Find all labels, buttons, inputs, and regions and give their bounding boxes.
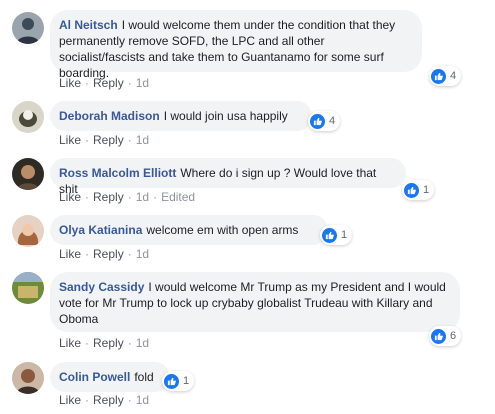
comment-author[interactable]: Ross Malcolm Elliott <box>59 166 176 180</box>
comment-author[interactable]: Deborah Madison <box>59 109 160 123</box>
reply-link[interactable]: Reply <box>93 393 124 407</box>
reply-link[interactable]: Reply <box>93 336 124 350</box>
comment-bubble: Colin Powell fold <box>50 362 170 392</box>
reaction-count[interactable]: 1 <box>162 371 195 391</box>
reaction-number: 6 <box>450 330 457 342</box>
timestamp[interactable]: 1d <box>136 76 149 90</box>
edited-label[interactable]: Edited <box>161 190 195 204</box>
timestamp[interactable]: 1d <box>136 133 149 147</box>
comment-text: fold <box>134 370 154 384</box>
avatar[interactable] <box>12 215 44 247</box>
comment-author[interactable]: Olya Katianina <box>59 223 142 237</box>
reaction-number: 1 <box>341 229 348 241</box>
reply-link[interactable]: Reply <box>93 133 124 147</box>
avatar-image <box>12 158 44 190</box>
comment-actions: Like · Reply · 1d <box>59 393 150 407</box>
reaction-number: 1 <box>183 375 190 387</box>
avatar-image <box>12 272 44 304</box>
thumbs-up-icon <box>310 113 325 129</box>
reaction-count[interactable]: 1 <box>402 180 435 200</box>
comment-author[interactable]: Al Neitsch <box>59 18 118 32</box>
reaction-count[interactable]: 6 <box>429 326 462 346</box>
like-link[interactable]: Like <box>59 336 81 350</box>
comment-actions: Like · Reply · 1d · Edited <box>59 190 196 204</box>
like-link[interactable]: Like <box>59 190 81 204</box>
comment-actions: Like · Reply · 1d <box>59 133 150 147</box>
avatar[interactable] <box>12 272 44 304</box>
thumbs-up-icon <box>431 328 446 344</box>
avatar-image <box>12 12 44 44</box>
like-link[interactable]: Like <box>59 247 81 261</box>
comment-bubble: Al Neitsch I would welcome them under the… <box>50 10 422 80</box>
like-link[interactable]: Like <box>59 76 81 90</box>
timestamp[interactable]: 1d <box>136 393 149 407</box>
thumbs-up-icon <box>404 182 419 198</box>
comment-actions: Like · Reply · 1d <box>59 76 150 90</box>
reaction-count[interactable]: 4 <box>308 111 341 131</box>
avatar[interactable] <box>12 158 44 190</box>
comment-author[interactable]: Sandy Cassidy <box>59 280 144 294</box>
timestamp[interactable]: 1d <box>136 247 149 261</box>
thumbs-up-icon <box>431 68 446 84</box>
comment-actions: Like · Reply · 1d <box>59 336 150 350</box>
avatar-image <box>12 215 44 247</box>
reaction-count[interactable]: 1 <box>320 225 353 245</box>
thumbs-up-icon <box>322 227 337 243</box>
like-link[interactable]: Like <box>59 133 81 147</box>
avatar-image <box>12 362 44 394</box>
comment-text: I would join usa happily <box>163 109 288 123</box>
reply-link[interactable]: Reply <box>93 76 124 90</box>
comment-bubble: Olya Katianina welcome em with open arms <box>50 215 328 245</box>
comment-actions: Like · Reply · 1d <box>59 247 150 261</box>
thumbs-up-icon <box>164 373 179 389</box>
reaction-number: 4 <box>329 115 336 127</box>
comment-text: welcome em with open arms <box>146 223 299 237</box>
avatar[interactable] <box>12 362 44 394</box>
reply-link[interactable]: Reply <box>93 190 124 204</box>
avatar[interactable] <box>12 12 44 44</box>
like-link[interactable]: Like <box>59 393 81 407</box>
comment-bubble: Ross Malcolm Elliott Where do i sign up ?… <box>50 158 406 196</box>
avatar[interactable] <box>12 101 44 133</box>
timestamp[interactable]: 1d <box>136 336 149 350</box>
reaction-number: 1 <box>423 184 430 196</box>
reply-link[interactable]: Reply <box>93 247 124 261</box>
reaction-number: 4 <box>450 70 457 82</box>
comment-bubble: Sandy Cassidy I would welcome Mr Trump as… <box>50 272 460 332</box>
comment-author[interactable]: Colin Powell <box>59 370 130 384</box>
timestamp[interactable]: 1d <box>136 190 149 204</box>
reaction-count[interactable]: 4 <box>429 66 462 86</box>
avatar-image <box>12 101 44 133</box>
comment-bubble: Deborah Madison I would join usa happily <box>50 101 312 131</box>
